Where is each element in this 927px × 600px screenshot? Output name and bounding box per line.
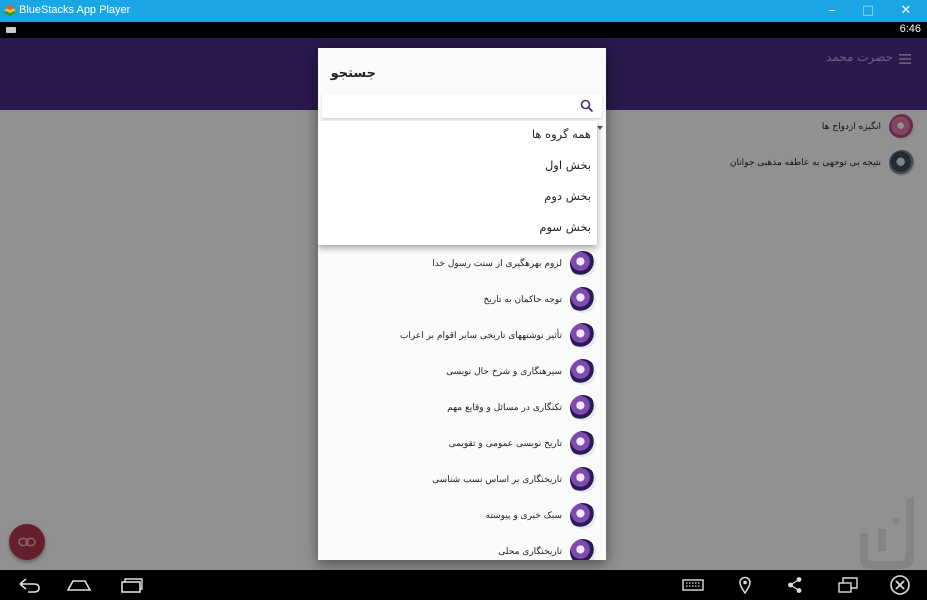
location-icon[interactable] (738, 576, 752, 594)
dialog-list-item-label: سبک خبری و پیوسته (485, 511, 562, 521)
dialog-list-item[interactable]: تکنگاری در مسائل و وقایع مهم (447, 393, 596, 423)
recents-icon[interactable] (120, 576, 144, 594)
dialog-list-item-label: تاریخنگاری بر اساس نسب شناسی (432, 475, 562, 485)
back-icon[interactable] (16, 576, 42, 594)
home-icon[interactable] (66, 576, 92, 594)
search-input[interactable] (328, 96, 578, 116)
minimize-button[interactable]: – (814, 0, 850, 22)
share-icon[interactable] (787, 576, 803, 594)
maximize-button[interactable]: □ (850, 0, 886, 22)
window-title: BlueStacks App Player (19, 4, 131, 16)
dialog-list-item[interactable]: تاریخنگاری محلی (498, 537, 596, 560)
avatar (570, 359, 596, 385)
dialog-list-item[interactable]: سبک خبری و پیوسته (486, 501, 596, 531)
dialog-list-item-label: تأثیر نوشتههای تاریخی سایر اقوام بر اعرا… (399, 331, 562, 341)
multiscreen-icon[interactable] (838, 576, 858, 594)
close-window-button[interactable]: ✕ (888, 0, 924, 22)
group-dropdown: همه گروه ها بخش اول بخش دوم بخش سوم (318, 121, 597, 245)
status-bar: 6:46 (0, 22, 927, 38)
avatar (570, 431, 596, 457)
spinner-caret-icon[interactable] (597, 126, 603, 130)
dialog-list-item-label: تکنگاری در مسائل و وقایع مهم (447, 403, 562, 413)
avatar (570, 539, 596, 560)
dropdown-option-section-2[interactable]: بخش دوم (544, 189, 591, 203)
dialog-list-item[interactable]: سیرهنگاری و شرح حال نویسی (446, 357, 596, 387)
avatar (570, 323, 596, 349)
dropdown-option-section-1[interactable]: بخش اول (545, 158, 591, 172)
keyboard-status-icon (6, 27, 16, 33)
avatar (570, 287, 596, 313)
dialog-list-item[interactable]: توجه حاکمان به تاریخ (483, 285, 596, 315)
dialog-list-item[interactable]: تاریخ نویسی عمومی و تقویمی (449, 429, 596, 459)
avatar (570, 251, 596, 277)
search-dialog: جستجو همه گروه ها بخش اول بخش دوم بخش سو… (318, 48, 606, 560)
dialog-list-item-label: تاریخ نویسی عمومی و تقویمی (448, 439, 562, 449)
dialog-list-item[interactable]: تأثیر نوشتههای تاریخی سایر اقوام بر اعرا… (400, 321, 596, 351)
app-screen: حضرت محمد انگیزه ازدواج ها نتیجه بی توجه… (0, 38, 927, 570)
status-clock: 6:46 (899, 23, 921, 35)
keyboard-icon[interactable] (682, 576, 704, 594)
avatar (570, 503, 596, 529)
close-icon[interactable] (889, 574, 911, 596)
dialog-list-item-label: لزوم بهرهگیری از سنت رسول خدا (432, 259, 562, 269)
dialog-title: جستجو (330, 66, 376, 81)
search-icon[interactable] (580, 99, 594, 113)
dropdown-option-section-3[interactable]: بخش سوم (539, 220, 591, 234)
avatar (570, 395, 596, 421)
dialog-list-item-label: سیرهنگاری و شرح حال نویسی (446, 367, 562, 377)
avatar (570, 467, 596, 493)
dropdown-option-all[interactable]: همه گروه ها (532, 127, 591, 141)
navigation-bar (0, 570, 927, 600)
dialog-list-item-label: تاریخنگاری محلی (498, 547, 562, 557)
search-field[interactable] (322, 94, 602, 118)
dialog-list-item[interactable]: تاریخنگاری بر اساس نسب شناسی (432, 465, 596, 495)
window-titlebar: BlueStacks App Player – □ ✕ (0, 0, 927, 22)
dialog-list-item-label: توجه حاکمان به تاریخ (483, 295, 562, 305)
bluestacks-logo-icon (4, 5, 16, 16)
dialog-list-item[interactable]: لزوم بهرهگیری از سنت رسول خدا (432, 249, 596, 279)
